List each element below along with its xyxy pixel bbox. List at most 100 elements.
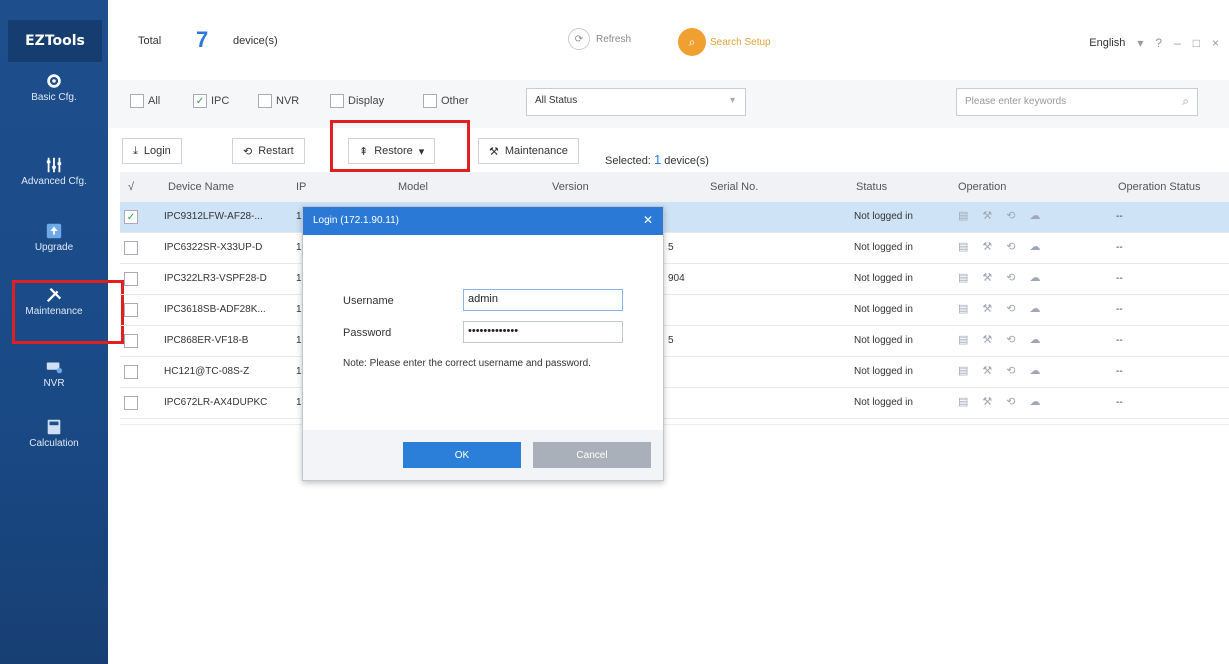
language-select[interactable]: English [1089,37,1125,49]
refresh-button[interactable]: ⟳ Refresh [568,28,631,50]
checkbox[interactable] [124,334,138,348]
filter-other-label: Other [441,95,469,107]
header-serial: Serial No. [710,181,759,193]
cloud-icon[interactable]: ☁ [1030,240,1041,253]
sidebar-item-upgrade[interactable]: Upgrade [4,222,104,253]
sidebar-item-basic-cfg[interactable]: Basic Cfg. [4,72,104,103]
restart-icon[interactable]: ⟲ [1006,302,1015,315]
document-icon[interactable]: ▤ [958,271,968,284]
maintenance-label: Maintenance [504,145,568,157]
restart-icon[interactable]: ⟲ [1006,271,1015,284]
document-icon[interactable]: ▤ [958,240,968,253]
cloud-icon[interactable]: ☁ [1030,364,1041,377]
checkbox[interactable] [124,365,138,379]
cloud-icon[interactable]: ☁ [1030,209,1041,222]
cloud-icon[interactable]: ☁ [1030,333,1041,346]
restart-button[interactable]: ⟲ Restart [232,138,305,164]
checkbox[interactable] [124,272,138,286]
document-icon[interactable]: ▤ [958,302,968,315]
restart-icon[interactable]: ⟲ [1006,209,1015,222]
operation-icons: ▤ ⚒ ⟲ ☁ [958,333,1041,346]
header-model: Model [398,181,428,193]
status-cell: Not logged in [854,397,913,408]
sidebar-item-nvr[interactable]: NVR [4,358,104,389]
password-field[interactable]: ••••••••••••• [463,321,623,343]
cancel-button[interactable]: Cancel [533,442,651,468]
checkbox[interactable] [124,241,138,255]
operation-status-cell: -- [1116,304,1123,315]
selected-number: 1 [653,152,662,167]
ip-cell: 1 [296,397,302,408]
selected-count-text: Selected: 1 device(s) [605,152,709,167]
restart-icon[interactable]: ⟲ [1006,395,1015,408]
checkbox[interactable] [124,396,138,410]
cloud-icon[interactable]: ☁ [1030,271,1041,284]
table-row[interactable]: IPC868ER-VF18-B 1 5 Not logged in ▤ ⚒ ⟲ … [120,326,1229,357]
restart-icon[interactable]: ⟲ [1006,240,1015,253]
table-row[interactable]: HC121@TC-08S-Z 1 Not logged in ▤ ⚒ ⟲ ☁ -… [120,357,1229,388]
username-field[interactable]: admin [463,289,623,311]
checkbox[interactable] [423,94,437,108]
sidebar-item-advanced-cfg[interactable]: Advanced Cfg. [4,156,104,187]
document-icon[interactable]: ▤ [958,333,968,346]
device-name-cell: IPC672LR-AX4DUPKC [164,397,268,408]
wrench-icon[interactable]: ⚒ [982,364,992,377]
checkbox-checked[interactable]: ✓ [193,94,207,108]
version-cell: 904 [668,273,685,284]
checkbox[interactable] [130,94,144,108]
operation-icons: ▤ ⚒ ⟲ ☁ [958,395,1041,408]
header-check[interactable]: √ [128,181,134,193]
checkbox[interactable] [124,303,138,317]
wrench-icon[interactable]: ⚒ [982,302,992,315]
device-name-cell: IPC6322SR-X33UP-D [164,242,263,253]
wrench-icon[interactable]: ⚒ [982,209,992,222]
search-icon[interactable]: ⌕ [1182,94,1189,109]
filter-other[interactable]: Other [423,94,469,108]
table-row[interactable]: IPC6322SR-X33UP-D 1 5 Not logged in ▤ ⚒ … [120,233,1229,264]
sidebar-item-label: Calculation [29,438,79,449]
filter-ipc[interactable]: ✓ IPC [193,94,229,108]
search-input[interactable]: Please enter keywords ⌕ [956,88,1198,116]
help-icon[interactable]: ? [1155,36,1162,50]
wrench-icon[interactable]: ⚒ [982,271,992,284]
status-cell: Not logged in [854,335,913,346]
document-icon[interactable]: ▤ [958,209,968,222]
filter-display[interactable]: Display [330,94,384,108]
maintenance-button[interactable]: ⚒ Maintenance [478,138,579,164]
filter-all[interactable]: All [130,94,160,108]
table-row[interactable]: IPC322LR3-VSPF28-D 1 904 Not logged in ▤… [120,264,1229,295]
close-icon[interactable]: × [1212,36,1219,50]
checkbox-checked[interactable]: ✓ [124,210,138,224]
wrench-icon[interactable]: ⚒ [982,333,992,346]
search-placeholder: Please enter keywords [965,96,1067,107]
restart-icon[interactable]: ⟲ [1006,333,1015,346]
checkbox[interactable] [330,94,344,108]
dialog-note: Note: Please enter the correct username … [343,358,591,369]
cloud-icon[interactable]: ☁ [1030,302,1041,315]
chevron-down-icon[interactable]: ▾ [1137,36,1143,50]
sidebar-item-calculation[interactable]: Calculation [4,418,104,449]
checkbox[interactable] [258,94,272,108]
device-name-cell: IPC3618SB-ADF28K... [164,304,266,315]
table-empty-area [120,424,1229,664]
ip-cell: 1 [296,304,302,315]
minimize-icon[interactable]: – [1174,36,1181,50]
restart-icon[interactable]: ⟲ [1006,364,1015,377]
table-row[interactable]: ✓ IPC9312LFW-AF28-... 1 Not logged in ▤ … [120,202,1229,233]
wrench-icon[interactable]: ⚒ [982,240,992,253]
header-operation: Operation [958,181,1007,193]
wrench-icon: ⚒ [489,145,499,158]
wrench-icon[interactable]: ⚒ [982,395,992,408]
table-row[interactable]: IPC3618SB-ADF28K... 1 Not logged in ▤ ⚒ … [120,295,1229,326]
document-icon[interactable]: ▤ [958,364,968,377]
status-select[interactable]: All Status ▾ [526,88,746,116]
table-row[interactable]: IPC672LR-AX4DUPKC 1 Not logged in ▤ ⚒ ⟲ … [120,388,1229,419]
maximize-icon[interactable]: □ [1193,36,1200,50]
close-icon[interactable]: ✕ [643,213,653,227]
document-icon[interactable]: ▤ [958,395,968,408]
search-setup-button[interactable]: ⌕ Search Setup [678,28,771,56]
cloud-icon[interactable]: ☁ [1030,395,1041,408]
ok-button[interactable]: OK [403,442,521,468]
login-button[interactable]: ⤓ Login [122,138,182,164]
filter-nvr[interactable]: NVR [258,94,299,108]
